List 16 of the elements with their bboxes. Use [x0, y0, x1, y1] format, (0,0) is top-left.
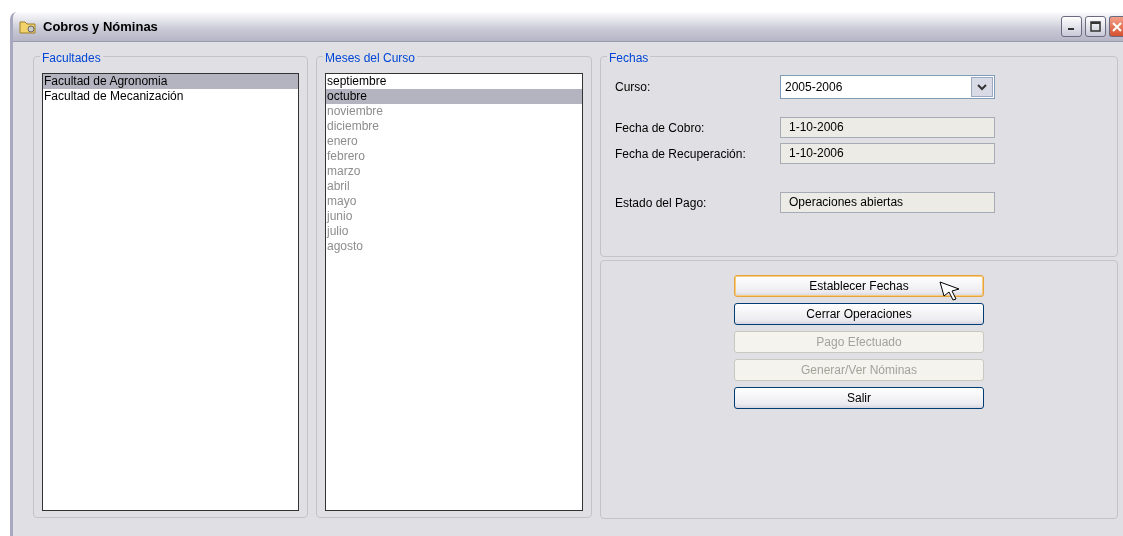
readonly-field: 1-10-2006 [780, 117, 995, 138]
readonly-field: 1-10-2006 [780, 143, 995, 164]
field-label: Estado del Pago: [615, 194, 708, 212]
action-button[interactable]: Salir [734, 387, 984, 409]
readonly-field: Operaciones abiertas [780, 192, 995, 213]
field-label: Fecha de Cobro: [615, 119, 706, 137]
window-title: Cobros y Nóminas [43, 17, 158, 36]
action-button[interactable]: Establecer Fechas [734, 275, 984, 297]
list-item[interactable]: Facultad de Agronomia [43, 74, 298, 89]
list-item[interactable]: octubre [326, 89, 582, 104]
action-button[interactable]: Cerrar Operaciones [734, 303, 984, 325]
course-dropdown[interactable]: 2005-2006 [780, 75, 995, 99]
field-label: Fecha de Recuperación: [615, 145, 747, 163]
field-label: Curso: [615, 79, 652, 96]
list-item[interactable]: Facultad de Mecanización [43, 89, 298, 104]
list-item[interactable]: septiembre [326, 74, 582, 89]
